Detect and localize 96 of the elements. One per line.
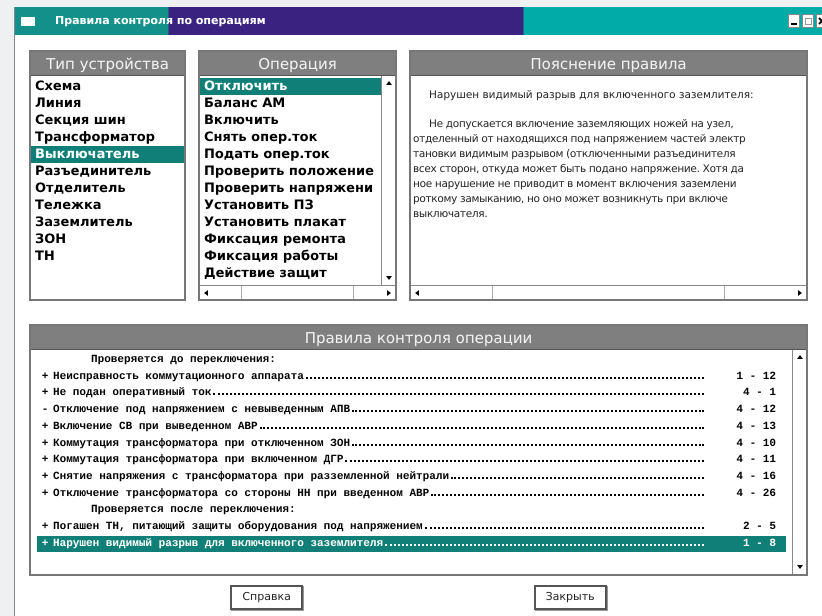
rule-row[interactable]: + Нарушен видимый разрыв для включенного заземлителя 1 - 8 xyxy=(37,536,786,552)
list-item[interactable]: Схема xyxy=(31,78,184,95)
rule-sign: + xyxy=(40,486,50,502)
scroll-down-icon[interactable] xyxy=(386,275,392,281)
panel-header: Операция xyxy=(200,52,395,76)
rule-code: 4 - 10 xyxy=(735,436,776,452)
list-item[interactable]: Снять опер.ток xyxy=(200,129,381,146)
rule-code: 4 - 12 xyxy=(735,403,776,418)
list-item[interactable]: Действие защит xyxy=(200,265,381,282)
dialog-button[interactable]: Закрыть xyxy=(534,585,607,610)
explanation-text: тановки видимым разрывом (отключенными разъединителя xyxy=(412,147,736,162)
list-item[interactable]: Отключить xyxy=(200,78,381,95)
list-item[interactable]: Установить плакат xyxy=(200,214,381,231)
rule-row[interactable]: + Отключение трансформатора со стороны НН при введенном АВР 4 - 26 xyxy=(37,486,786,502)
scroll-thumb[interactable] xyxy=(240,286,354,299)
list-item[interactable]: Проверить напряжени xyxy=(200,180,381,197)
panel-header: Пояснение правила xyxy=(411,52,806,76)
rule-sign: + xyxy=(40,520,50,536)
minimize-button[interactable] xyxy=(788,14,800,28)
scroll-left-icon[interactable] xyxy=(203,290,209,296)
rule-row[interactable]: + Погашен ТН, питающий защиты оборудования под напряжением 2 - 5 xyxy=(37,519,786,536)
panel-header: Правила контроля операции xyxy=(31,326,806,350)
rule-code: 4 - 11 xyxy=(735,453,776,468)
list-item[interactable]: Фиксация работы xyxy=(200,248,381,265)
rule-row[interactable]: + Коммутация трансформатора при отключенном ЗОН 4 - 10 xyxy=(37,436,786,452)
rule-code: 4 - 26 xyxy=(735,486,776,502)
rule-code: 4 - 1 xyxy=(742,386,776,402)
rule-row[interactable]: + Снятие напряжения с трансформатора при разземленной нейтрали 4 - 16 xyxy=(37,468,786,486)
scroll-thumb[interactable] xyxy=(492,286,726,299)
rule-text: Коммутация трансформатора при включенном ДГР xyxy=(53,453,344,468)
rule-sign: - xyxy=(40,403,50,418)
rule-row[interactable]: + Неисправность коммутационного аппарата 1 - 12 xyxy=(37,368,786,386)
dialog-button[interactable]: Справка xyxy=(230,585,303,610)
list-item[interactable]: Баланс АМ xyxy=(200,95,381,112)
rule-sign: + xyxy=(40,420,50,435)
section-heading: Проверяется после переключения: xyxy=(90,503,296,518)
panel-header: Тип устройства xyxy=(31,52,184,76)
explanation-text: выключателя. xyxy=(412,207,488,222)
rule-text: Отключение под напряжением с невыведенным АПВ xyxy=(53,403,350,418)
horizontal-scrollbar[interactable] xyxy=(411,285,806,299)
rule-text: Коммутация трансформатора при отключенном ЗОН xyxy=(53,436,350,452)
rule-sign: + xyxy=(40,386,50,402)
vertical-scrollbar[interactable] xyxy=(381,76,395,285)
rule-row[interactable]: + Включение СВ при выведенном АВР 4 - 13 xyxy=(37,418,786,436)
list-item[interactable]: Тележка xyxy=(31,197,184,214)
rule-row[interactable]: + Не подан оперативный ток 4 - 1 xyxy=(37,385,786,402)
list-item[interactable]: Выключатель xyxy=(31,146,184,163)
rule-code: 1 - 8 xyxy=(742,536,776,552)
rule-text: Отключение трансформатора со стороны НН при введенном АВР xyxy=(53,486,430,502)
list-item[interactable]: Линия xyxy=(31,95,184,112)
rule-text: Неисправность коммутационного аппарата xyxy=(53,370,304,385)
rule-sign: + xyxy=(40,536,50,552)
rule-code: 4 - 16 xyxy=(735,470,776,485)
rule-text: Снятие напряжения с трансформатора при разземленной нейтрали xyxy=(53,470,450,485)
explanation-text: роткому замыканию, но оно может возникнуть при включе xyxy=(412,192,729,207)
scroll-right-icon[interactable] xyxy=(386,290,392,296)
list-item[interactable]: Установить ПЗ xyxy=(200,197,381,214)
list-item[interactable]: ТН xyxy=(31,248,184,265)
rule-text: Погашен ТН, питающий защиты оборудования под напряжением xyxy=(53,520,423,536)
rule-heading: Нарушен видимый разрыв для включенного заземлителя: xyxy=(428,88,755,103)
horizontal-scrollbar[interactable] xyxy=(200,285,395,299)
list-item[interactable]: Разъединитель xyxy=(31,163,184,180)
section-heading: Проверяется до переключения: xyxy=(90,353,276,368)
app-icon xyxy=(21,16,35,26)
rule-text: Включение СВ при выведенном АВР xyxy=(53,420,258,435)
list-item[interactable]: Подать опер.ток xyxy=(200,146,381,163)
rule-code: 2 - 5 xyxy=(742,520,776,536)
scroll-down-icon[interactable] xyxy=(796,564,802,570)
rule-sign: + xyxy=(40,453,50,468)
scroll-up-icon[interactable] xyxy=(386,80,392,86)
explanation-text: Не допускается включение заземляющих ножей на узел, xyxy=(428,117,734,132)
explanation-text: всех сторон, откуда может быть подано напряжение. Хотя да xyxy=(412,162,745,177)
vertical-scrollbar[interactable] xyxy=(792,350,806,574)
rule-code: 4 - 13 xyxy=(735,420,776,435)
rule-sign: + xyxy=(40,370,50,385)
rule-sign: + xyxy=(40,470,50,485)
list-item[interactable]: Включить xyxy=(200,112,381,129)
list-item[interactable]: Фиксация ремонта xyxy=(200,231,381,248)
rule-code: 1 - 12 xyxy=(735,370,776,385)
list-item[interactable]: Проверить положение xyxy=(200,163,381,180)
rule-text: Нарушен видимый разрыв для включенного заземлителя xyxy=(53,536,384,552)
rule-row[interactable]: + Коммутация трансформатора при включенном ДГР 4 - 11 xyxy=(37,452,786,469)
list-item[interactable]: ЗОН xyxy=(31,231,184,248)
rule-sign: + xyxy=(40,436,50,452)
rule-text: Не подан оперативный ток xyxy=(53,386,212,402)
list-item[interactable]: Секция шин xyxy=(31,112,184,129)
rule-row[interactable]: - Отключение под напряжением с невыведенным АПВ 4 - 12 xyxy=(37,402,786,419)
window-title: Правила контроля по операциям xyxy=(55,12,266,29)
scroll-right-icon[interactable] xyxy=(796,290,803,296)
explanation-text: отделенный от находящихся под напряжением частей электр xyxy=(412,132,746,147)
explanation-text: ное нарушение не приводит в момент включения заземлени xyxy=(412,177,738,192)
list-item[interactable]: Трансформатор xyxy=(31,129,184,146)
scroll-left-icon[interactable] xyxy=(414,290,420,296)
scroll-up-icon[interactable] xyxy=(796,354,802,360)
list-item[interactable]: Отделитель xyxy=(31,180,184,197)
list-item[interactable]: Заземлитель xyxy=(31,214,184,231)
